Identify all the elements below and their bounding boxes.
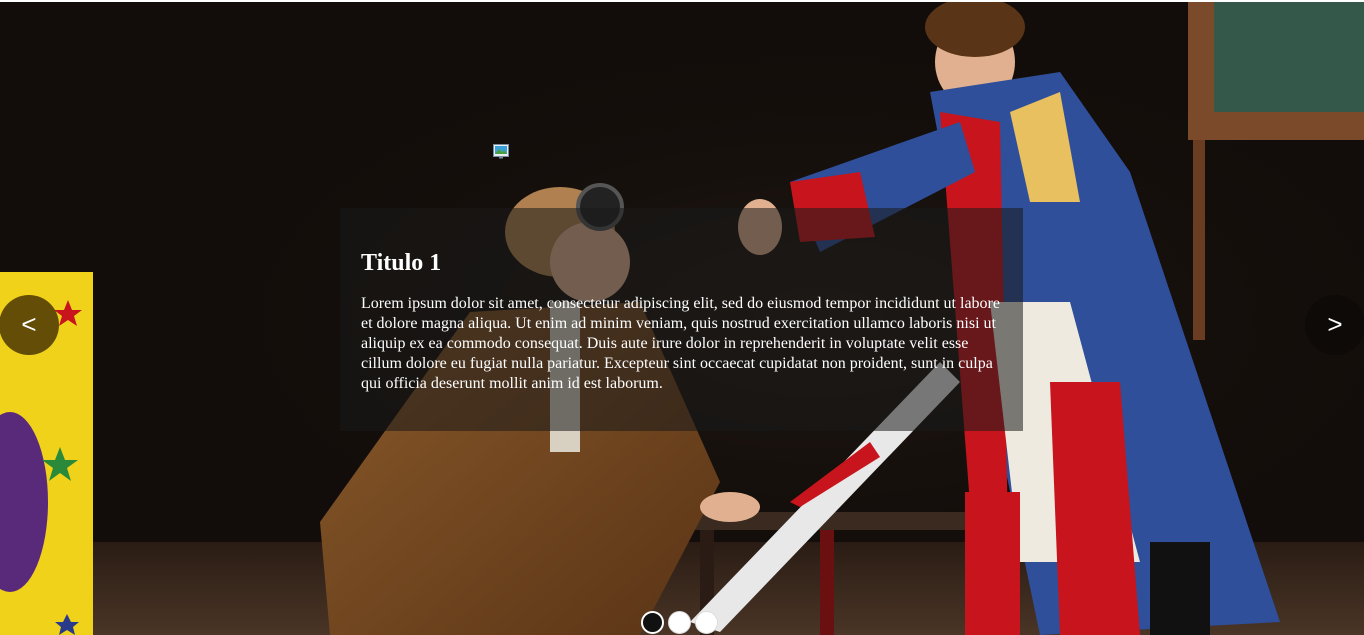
next-slide-button[interactable]: > <box>1305 295 1364 355</box>
slide-text: Lorem ipsum dolor sit amet, consectetur … <box>361 295 1000 392</box>
slide-dot-2[interactable] <box>668 611 691 634</box>
broken-image-icon <box>493 144 509 159</box>
slide-dot-1[interactable] <box>641 611 664 634</box>
image-slider: Titulo 1 Lorem ipsum dolor sit amet, con… <box>0 2 1364 635</box>
slide-indicators <box>641 611 718 635</box>
previous-slide-button[interactable]: < <box>0 295 59 355</box>
slide-title: Titulo 1 <box>361 250 442 276</box>
slide-dot-3[interactable] <box>695 611 718 634</box>
slide-caption: Titulo 1 Lorem ipsum dolor sit amet, con… <box>340 208 1023 431</box>
